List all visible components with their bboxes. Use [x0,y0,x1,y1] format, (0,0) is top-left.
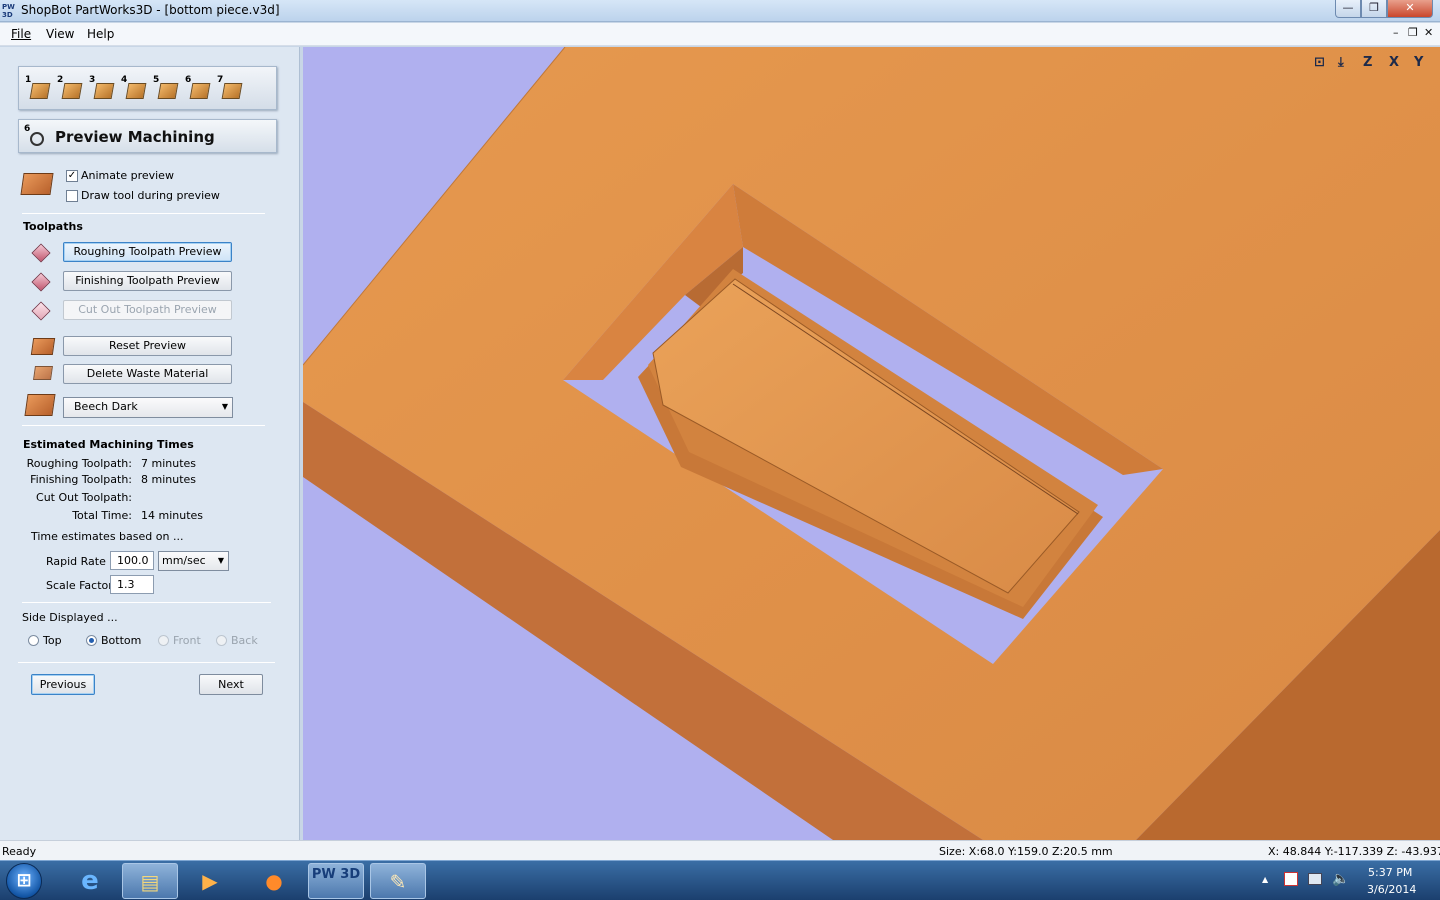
section-header: 6 Preview Machining [18,119,277,153]
finishing-toolpath-icon [30,271,54,293]
previous-button[interactable]: Previous [31,674,95,695]
step-4-icon[interactable]: 4 [121,75,147,103]
mdi-minimize-button[interactable]: – [1393,26,1399,39]
clock-time[interactable]: 5:37 PM [1368,866,1412,879]
explorer-icon[interactable]: ▤ [122,863,178,899]
roughing-time-value: 7 minutes [141,457,197,470]
status-ready: Ready [2,845,37,858]
wizard-panel: 1 2 3 4 5 6 7 6 Preview Machining ✓ Anim… [0,47,300,840]
status-size: Size: X:68.0 Y:159.0 Z:20.5 mm [939,845,1113,858]
side-back-radio[interactable] [216,635,227,646]
side-top-radio[interactable] [28,635,39,646]
total-time-value: 14 minutes [141,509,204,522]
side-back-label: Back [231,634,258,647]
roughing-toolpath-icon [30,242,54,264]
roughing-preview-button[interactable]: Roughing Toolpath Preview [63,242,232,262]
divider [22,425,265,426]
app-icon: PW 3D [2,3,15,19]
network-icon[interactable] [1308,873,1322,885]
step-2-icon[interactable]: 2 [57,75,83,103]
step-icon-strip: 1 2 3 4 5 6 7 [18,66,277,110]
iso-view-icon[interactable]: ⤓ [1338,55,1344,70]
status-bar: Ready Size: X:68.0 Y:159.0 Z:20.5 mm X: … [0,840,1440,860]
start-button[interactable]: ⊞ [6,863,42,899]
menu-file[interactable]: File [11,27,31,41]
taskbar: ⊞ e ▤ ▶ ● PW 3D ✎ ▲ 🔈 5:37 PM 3/6/2014 [0,860,1440,900]
internet-explorer-icon[interactable]: e [62,863,118,899]
paint-icon[interactable]: ✎ [370,863,426,899]
z-view-icon[interactable]: Z [1363,55,1372,70]
minimize-button[interactable]: — [1335,0,1361,18]
firefox-icon[interactable]: ● [246,863,302,899]
step-1-icon[interactable]: 1 [25,75,51,103]
x-view-icon[interactable]: X [1389,55,1399,70]
finishing-preview-button[interactable]: Finishing Toolpath Preview [63,271,232,291]
rapid-rate-unit-select[interactable]: mm/sec ▼ [158,551,229,571]
material-swatch-icon [24,394,56,416]
side-top-label: Top [43,634,62,647]
section-title: Preview Machining [55,128,215,146]
maximize-button[interactable]: ❐ [1361,0,1387,18]
close-button[interactable]: ✕ [1387,0,1433,18]
menu-help[interactable]: Help [87,27,114,41]
cutout-time-label: Cut Out Toolpath: [36,491,132,504]
3d-viewport[interactable]: ⊡ ⤓ Z X Y [303,47,1440,840]
step-7-icon[interactable]: 7 [217,75,243,103]
step-5-icon[interactable]: 5 [153,75,179,103]
reset-preview-button[interactable]: Reset Preview [63,336,232,356]
machining-times-title: Estimated Machining Times [23,438,194,451]
fit-view-icon[interactable]: ⊡ [1314,55,1325,70]
divider [22,602,271,603]
title-bar: PW 3D ShopBot PartWorks3D - [bottom piec… [0,0,1440,22]
side-bottom-label: Bottom [101,634,142,647]
animate-preview-icon [20,173,54,195]
rapid-rate-label: Rapid Rate [46,555,106,568]
media-player-icon[interactable]: ▶ [182,863,238,899]
side-displayed-title: Side Displayed ... [22,611,118,624]
cutout-toolpath-icon [30,300,54,322]
roughing-time-label: Roughing Toolpath: [26,457,132,470]
toolpaths-title: Toolpaths [23,220,83,233]
material-select[interactable]: Beech Dark ▼ [63,397,233,418]
finishing-time-label: Finishing Toolpath: [30,473,132,486]
tray-expand-icon[interactable]: ▲ [1262,875,1268,884]
next-button[interactable]: Next [199,674,263,695]
action-center-icon[interactable] [1284,872,1298,886]
window-title: ShopBot PartWorks3D - [bottom piece.v3d] [21,3,280,17]
menu-view[interactable]: View [46,27,74,41]
draw-tool-check-icon[interactable] [66,190,78,202]
reset-preview-icon [30,338,56,355]
mdi-close-button[interactable]: ✕ [1424,26,1433,39]
finishing-time-value: 8 minutes [141,473,197,486]
machined-part-render [303,47,1440,840]
cutout-preview-button[interactable]: Cut Out Toolpath Preview [63,300,232,320]
rapid-rate-input[interactable]: 100.0 [110,551,154,570]
partworks3d-taskbar-icon[interactable]: PW 3D [308,863,364,899]
menu-bar: File View Help – ❐ ✕ [0,23,1440,46]
total-time-label: Total Time: [72,509,132,522]
scale-factor-label: Scale Factor [46,579,113,592]
divider [22,213,265,214]
step-3-icon[interactable]: 3 [89,75,115,103]
side-front-label: Front [173,634,201,647]
divider [18,662,275,663]
side-front-radio[interactable] [158,635,169,646]
estimates-based-on-label: Time estimates based on ... [31,530,184,543]
delete-waste-icon [33,366,53,380]
volume-icon[interactable]: 🔈 [1332,871,1349,887]
y-view-icon[interactable]: Y [1414,55,1423,70]
preview-machining-icon: 6 [24,124,46,148]
clock-date[interactable]: 3/6/2014 [1367,883,1416,896]
mdi-restore-button[interactable]: ❐ [1408,26,1418,39]
step-6-icon[interactable]: 6 [185,75,211,103]
delete-waste-button[interactable]: Delete Waste Material [63,364,232,384]
status-coords: X: 48.844 Y:-117.339 Z: -43.937 [1268,845,1440,858]
scale-factor-input[interactable]: 1.3 [110,575,154,594]
animate-check-icon[interactable]: ✓ [66,170,78,182]
side-bottom-radio[interactable] [86,635,97,646]
chevron-down-icon: ▼ [217,556,224,565]
chevron-down-icon: ▼ [221,402,228,411]
